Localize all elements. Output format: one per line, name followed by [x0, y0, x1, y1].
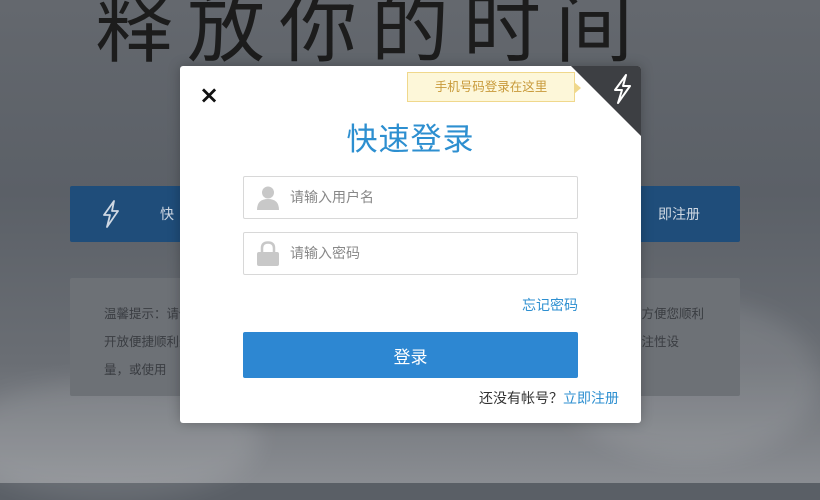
forgot-password-link[interactable]: 忘记密码 — [522, 295, 578, 315]
quick-login-modal: × 手机号码登录在这里 快速登录 忘记密码 登录 还没有帐号？立即注册 — [180, 66, 641, 423]
register-prompt: 还没有帐号？ — [479, 391, 563, 407]
lightning-icon — [103, 200, 119, 228]
username-field[interactable] — [243, 176, 578, 219]
modal-title: 快速登录 — [346, 122, 475, 158]
lightning-icon[interactable] — [611, 74, 633, 104]
login-button[interactable]: 登录 — [243, 332, 578, 378]
password-field[interactable] — [243, 232, 578, 275]
username-input[interactable] — [290, 177, 570, 218]
close-icon[interactable]: × — [198, 83, 220, 107]
lock-icon — [257, 241, 279, 266]
register-link[interactable]: 立即注册 — [563, 391, 619, 407]
user-icon — [257, 186, 279, 210]
register-row: 还没有帐号？立即注册 — [479, 388, 619, 408]
password-input[interactable] — [290, 233, 570, 274]
background-bar-right-text: 即注册 — [658, 207, 700, 223]
background-bar-left-text: 快 — [160, 207, 174, 223]
phone-login-tip[interactable]: 手机号码登录在这里 — [407, 72, 581, 102]
